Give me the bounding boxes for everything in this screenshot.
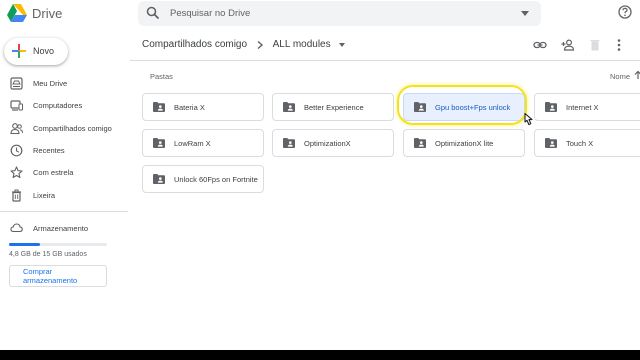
shared-folder-icon bbox=[283, 138, 295, 148]
folders-section-label: Pastas bbox=[150, 72, 173, 81]
sidebar-divider bbox=[0, 211, 128, 212]
app-name[interactable]: Drive bbox=[32, 6, 62, 21]
help-icon[interactable] bbox=[618, 5, 632, 19]
shared-folder-icon bbox=[153, 102, 165, 112]
more-vertical-icon[interactable] bbox=[612, 38, 626, 52]
plus-icon bbox=[12, 44, 26, 58]
storage-progress-fill bbox=[9, 243, 41, 246]
folder-name: Gpu boost+Fps unlock bbox=[435, 103, 511, 112]
storage-progress-bar bbox=[9, 243, 107, 246]
cloud-icon bbox=[10, 223, 23, 233]
breadcrumb-parent[interactable]: Compartilhados comigo bbox=[142, 39, 247, 50]
folder-card[interactable]: Internet X bbox=[534, 93, 640, 121]
sidebar-item-label: Recentes bbox=[33, 146, 65, 155]
drive-logo-icon[interactable] bbox=[6, 3, 28, 23]
sidebar-item-recent[interactable]: Recentes bbox=[0, 142, 130, 160]
shared-folder-icon bbox=[153, 138, 165, 148]
shared-folder-icon bbox=[545, 102, 557, 112]
chevron-down-icon[interactable] bbox=[339, 42, 346, 47]
shared-folder-icon bbox=[153, 174, 165, 184]
arrow-up-icon[interactable] bbox=[634, 70, 640, 80]
folder-card[interactable]: Better Experience bbox=[272, 93, 394, 121]
sidebar-item-label: Computadores bbox=[33, 101, 83, 110]
folder-name: Internet X bbox=[566, 103, 599, 112]
storage-used-text: 4,8 GB de 15 GB usados bbox=[9, 251, 87, 258]
search-options-icon[interactable] bbox=[521, 11, 529, 16]
drive-screen: Drive Novo Meu Dr bbox=[0, 0, 640, 350]
storage-title[interactable]: Armazenamento bbox=[33, 224, 88, 233]
new-button[interactable]: Novo bbox=[4, 38, 68, 65]
sidebar-item-computers[interactable]: Computadores bbox=[0, 97, 130, 115]
search-input[interactable] bbox=[170, 1, 500, 26]
shared-folder-icon bbox=[414, 138, 426, 148]
top-bar: Drive bbox=[0, 0, 640, 28]
sidebar-item-label: Meu Drive bbox=[33, 79, 68, 88]
clock-icon bbox=[10, 144, 23, 157]
breadcrumb-current[interactable]: ALL modules bbox=[273, 39, 331, 50]
search-box[interactable] bbox=[138, 1, 541, 26]
folder-card-selected[interactable]: Gpu boost+Fps unlock bbox=[403, 93, 525, 121]
computer-icon bbox=[10, 100, 23, 111]
shared-people-icon bbox=[10, 123, 23, 135]
folder-card[interactable]: Touch X bbox=[534, 129, 640, 157]
chevron-right-icon bbox=[257, 40, 263, 49]
folder-name: Better Experience bbox=[304, 103, 364, 112]
folder-card[interactable]: LowRam X bbox=[142, 129, 264, 157]
folder-card[interactable]: Bateria X bbox=[142, 93, 264, 121]
shared-folder-icon bbox=[283, 102, 295, 112]
delete-icon bbox=[590, 40, 600, 51]
sidebar-item-trash[interactable]: Lixeira bbox=[0, 187, 130, 205]
search-icon[interactable] bbox=[146, 6, 160, 20]
folder-name: LowRam X bbox=[174, 139, 211, 148]
sidebar-item-my-drive[interactable]: Meu Drive bbox=[0, 75, 130, 93]
buy-storage-button[interactable]: Comprar armazenamento bbox=[9, 265, 107, 287]
sort-by-name-button[interactable]: Nome bbox=[610, 72, 630, 81]
shared-folder-icon bbox=[545, 138, 557, 148]
add-person-icon[interactable] bbox=[561, 38, 575, 52]
sidebar-item-label: Compartilhados comigo bbox=[33, 124, 112, 133]
sidebar-item-shared-with-me[interactable]: Compartilhados comigo bbox=[0, 120, 130, 138]
folder-name: Unlock 60Fps on Fortnite bbox=[174, 175, 258, 184]
folder-card[interactable]: Unlock 60Fps on Fortnite bbox=[142, 165, 264, 193]
shared-folder-icon bbox=[414, 102, 426, 112]
my-drive-icon bbox=[10, 77, 23, 90]
sidebar-item-label: Com estrela bbox=[33, 168, 74, 177]
folder-name: Touch X bbox=[566, 139, 594, 148]
sidebar-item-starred[interactable]: Com estrela bbox=[0, 164, 130, 182]
folder-name: OptimizationX bbox=[304, 139, 351, 148]
folder-card[interactable]: OptimizationX lite bbox=[403, 129, 525, 157]
new-label: Novo bbox=[33, 46, 55, 56]
breadcrumb: Compartilhados comigo ALL modules bbox=[142, 39, 346, 53]
sidebar-item-label: Lixeira bbox=[33, 191, 56, 200]
folder-name: OptimizationX lite bbox=[435, 139, 494, 148]
star-icon bbox=[10, 166, 23, 179]
folder-name: Bateria X bbox=[174, 103, 205, 112]
link-icon[interactable] bbox=[533, 38, 547, 52]
folder-card[interactable]: OptimizationX bbox=[272, 129, 394, 157]
trash-icon bbox=[12, 189, 21, 202]
main-divider bbox=[130, 60, 640, 61]
